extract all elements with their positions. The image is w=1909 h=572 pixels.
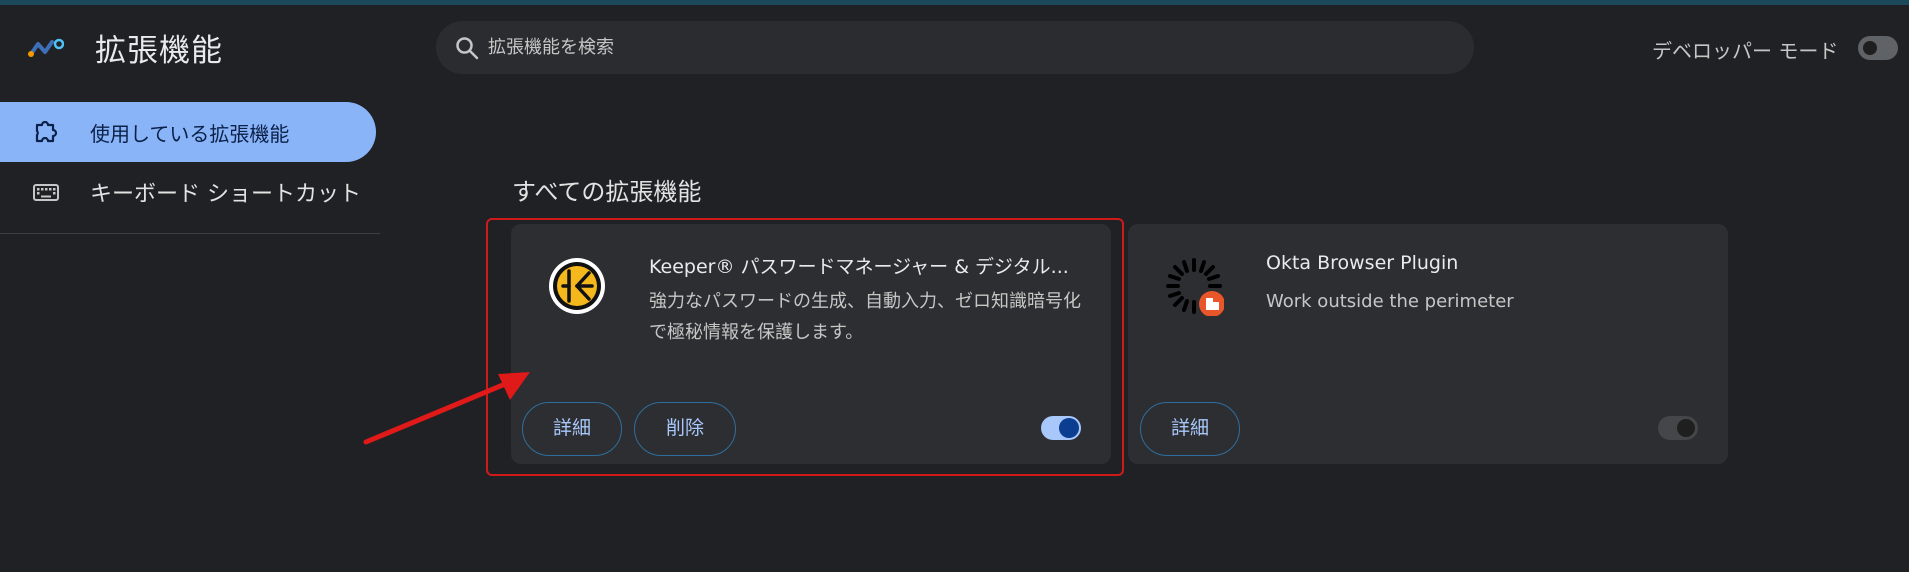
highlight-box [486,218,1124,476]
sidebar-item-label: 使用している拡張機能 [90,122,290,146]
search-bar[interactable] [436,21,1474,74]
extensions-logo-icon [28,38,64,57]
sidebar-item-shortcuts[interactable]: キーボード ショートカット [0,162,376,222]
keyboard-icon [33,184,59,201]
extension-enable-toggle[interactable] [1658,416,1698,440]
window-top-strip [0,0,1909,5]
okta-icon [1166,258,1224,316]
details-button[interactable]: 詳細 [1140,402,1240,456]
search-input[interactable] [488,21,1448,74]
sidebar-divider [0,233,380,234]
puzzle-icon [35,120,58,143]
extension-name: Okta Browser Plugin [1266,252,1459,274]
dev-mode-toggle[interactable] [1858,36,1898,60]
extension-card-okta: Okta Browser Plugin Work outside the per… [1128,224,1728,464]
search-icon [456,37,479,60]
sidebar-item-label: キーボード ショートカット [90,182,361,207]
extension-description: Work outside the perimeter [1266,291,1514,312]
sidebar-item-extensions[interactable]: 使用している拡張機能 [0,102,376,162]
section-title: すべての拡張機能 [512,178,702,206]
dev-mode-label: デベロッパー モード [1652,39,1839,63]
page-title: 拡張機能 [95,33,223,69]
annotation-arrow-icon [363,372,530,445]
